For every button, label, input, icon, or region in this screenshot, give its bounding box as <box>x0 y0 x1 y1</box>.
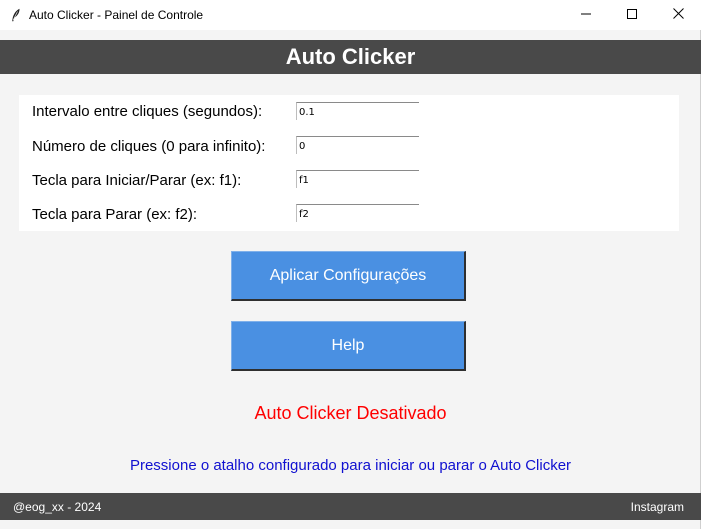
stop-key-row: Tecla para Parar (ex: f2): <box>19 197 679 231</box>
clicks-row: Número de cliques (0 para infinito): <box>19 129 679 163</box>
clicks-input[interactable] <box>296 136 419 154</box>
app-window: Auto Clicker - Painel de Controle Auto C… <box>0 0 701 529</box>
interval-row: Intervalo entre cliques (segundos): <box>19 95 679 129</box>
page-title: Auto Clicker <box>285 44 416 69</box>
interval-input[interactable] <box>296 102 419 120</box>
help-button[interactable]: Help <box>231 321 466 371</box>
title-bar[interactable]: Auto Clicker - Painel de Controle <box>0 0 701 30</box>
close-button[interactable] <box>655 0 701 30</box>
instagram-link[interactable]: Instagram <box>631 500 684 514</box>
minimize-button[interactable] <box>563 0 609 30</box>
footer-credit: @eog_xx - 2024 <box>13 499 102 514</box>
interval-label: Intervalo entre cliques (segundos): <box>32 103 263 120</box>
maximize-button[interactable] <box>609 0 655 30</box>
feather-icon <box>9 8 23 22</box>
close-icon <box>672 6 684 24</box>
hint-text: Pressione o atalho configurado para inic… <box>129 457 572 474</box>
maximize-icon <box>627 6 637 24</box>
window-controls <box>563 0 701 30</box>
start-key-row: Tecla para Iniciar/Parar (ex: f1): <box>19 163 679 197</box>
start-key-label: Tecla para Iniciar/Parar (ex: f1): <box>32 172 242 189</box>
apply-settings-button[interactable]: Aplicar Configurações <box>231 251 466 301</box>
start-key-input[interactable] <box>296 170 419 188</box>
status-text: Auto Clicker Desativado <box>254 403 447 423</box>
settings-panel: Intervalo entre cliques (segundos): Núme… <box>19 95 679 231</box>
clicks-label: Número de cliques (0 para infinito): <box>32 138 266 155</box>
footer-bar: @eog_xx - 2024 Instagram <box>0 493 701 520</box>
minimize-icon <box>581 6 591 24</box>
stop-key-label: Tecla para Parar (ex: f2): <box>32 206 198 223</box>
stop-key-input[interactable] <box>296 204 419 222</box>
window-title: Auto Clicker - Painel de Controle <box>29 8 204 22</box>
header-bar: Auto Clicker <box>0 40 701 74</box>
